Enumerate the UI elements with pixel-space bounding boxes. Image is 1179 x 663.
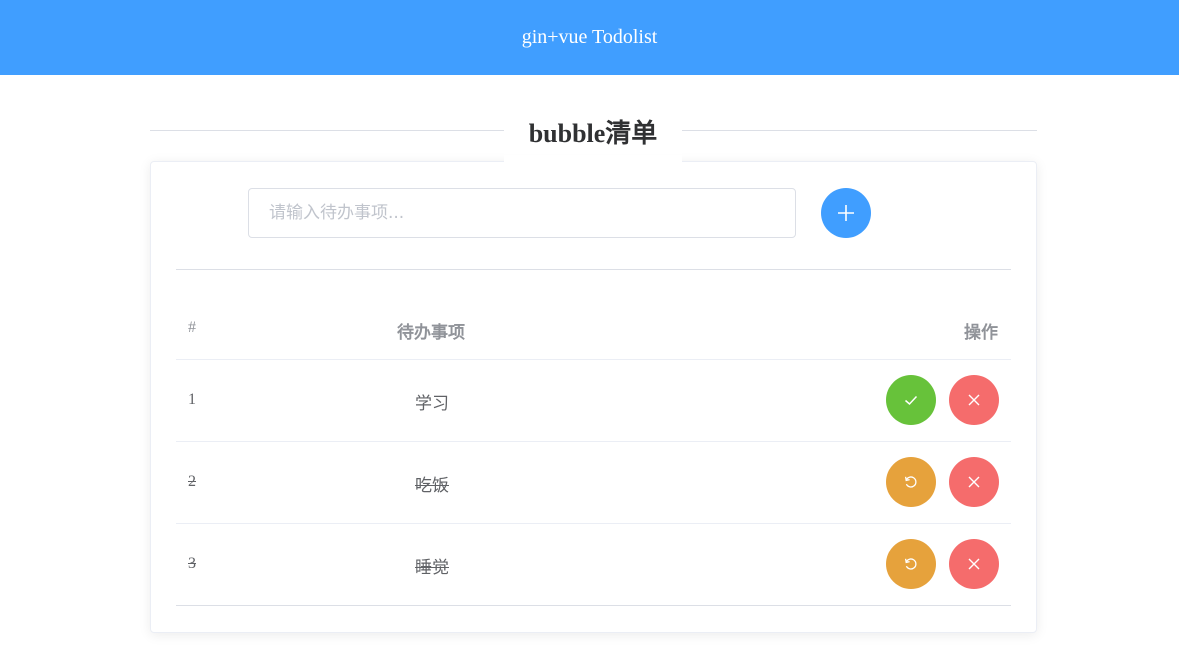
row-border bbox=[176, 441, 1011, 442]
restore-button[interactable] bbox=[886, 457, 936, 507]
close-icon bbox=[968, 558, 980, 570]
column-header-actions: 操作 bbox=[964, 323, 998, 343]
input-divider bbox=[176, 269, 1011, 270]
refresh-icon bbox=[904, 476, 917, 488]
top-header: gin+vue Todolist bbox=[0, 0, 1179, 75]
delete-button[interactable] bbox=[949, 457, 999, 507]
todo-title: 学习 bbox=[415, 394, 449, 414]
heading-divider-left bbox=[150, 130, 504, 131]
add-todo-button[interactable] bbox=[821, 188, 871, 238]
close-icon bbox=[968, 394, 980, 406]
column-header-item: 待办事项 bbox=[397, 323, 465, 343]
plus-icon bbox=[838, 205, 854, 221]
restore-button[interactable] bbox=[886, 539, 936, 589]
row-border bbox=[176, 523, 1011, 524]
app-title: gin+vue Todolist bbox=[521, 26, 658, 48]
heading-divider-right bbox=[682, 130, 1037, 131]
row-index: 3 bbox=[188, 555, 196, 572]
close-icon bbox=[968, 476, 980, 488]
check-icon bbox=[905, 395, 918, 406]
header-row-border bbox=[176, 359, 1011, 360]
delete-button[interactable] bbox=[949, 375, 999, 425]
heading-background bbox=[504, 155, 682, 165]
complete-button[interactable] bbox=[886, 375, 936, 425]
todo-title: 睡觉 bbox=[415, 558, 449, 578]
todo-title: 吃饭 bbox=[415, 476, 449, 496]
page-heading: bubble清单 bbox=[504, 108, 682, 154]
table-bottom-border bbox=[176, 605, 1011, 606]
column-header-index: # bbox=[188, 319, 196, 336]
refresh-icon bbox=[904, 558, 917, 570]
row-index: 1 bbox=[188, 391, 196, 408]
delete-button[interactable] bbox=[949, 539, 999, 589]
row-index: 2 bbox=[188, 473, 196, 490]
todo-input[interactable] bbox=[248, 188, 796, 238]
